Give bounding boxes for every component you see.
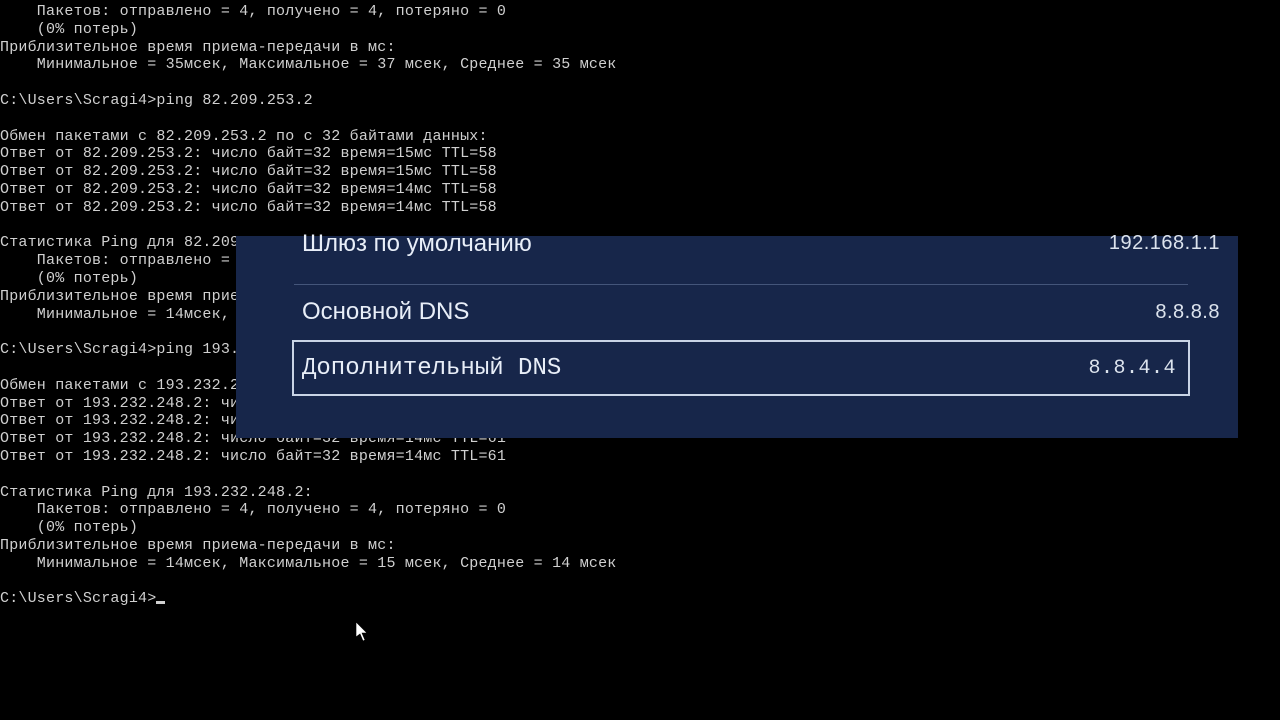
primary-dns-value: 8.8.8.8 — [1155, 301, 1228, 324]
row-primary-dns[interactable]: Основной DNS 8.8.8.8 — [236, 284, 1238, 340]
network-settings-overlay: Шлюз по умолчанию 192.168.1.1 Основной D… — [236, 236, 1238, 438]
secondary-dns-label: Дополнительный DNS — [294, 355, 561, 382]
primary-dns-label: Основной DNS — [246, 298, 469, 326]
gateway-label: Шлюз по умолчанию — [246, 230, 532, 258]
row-secondary-dns[interactable]: Дополнительный DNS 8.8.4.4 — [292, 340, 1190, 396]
mouse-cursor-icon — [356, 622, 368, 640]
row-default-gateway[interactable]: Шлюз по умолчанию 192.168.1.1 — [236, 236, 1238, 284]
gateway-value: 192.168.1.1 — [1109, 232, 1228, 255]
secondary-dns-value: 8.8.4.4 — [1088, 357, 1188, 380]
divider — [294, 284, 1188, 285]
